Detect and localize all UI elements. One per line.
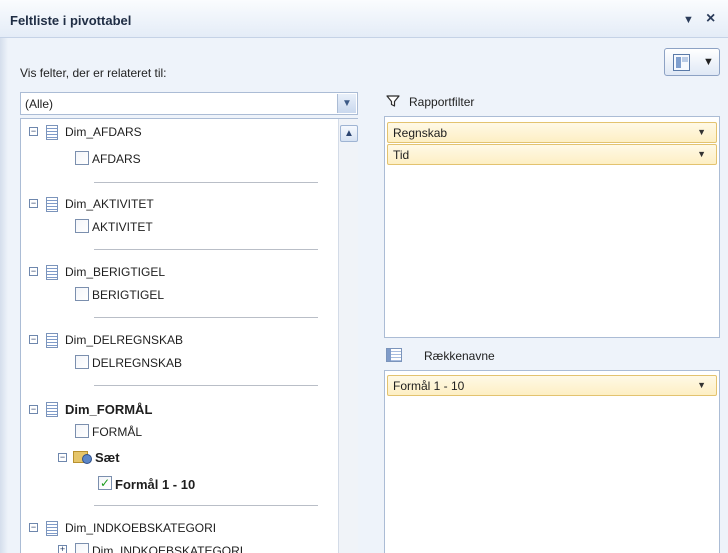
table-icon xyxy=(46,333,58,348)
collapse-icon[interactable]: − xyxy=(58,453,67,462)
scroll-up-button[interactable]: ▲ xyxy=(340,125,358,142)
field-checkbox[interactable] xyxy=(75,287,89,301)
set-item-checkbox[interactable]: ✓ xyxy=(98,476,112,490)
collapse-icon[interactable]: − xyxy=(29,523,38,532)
table-icon xyxy=(46,197,58,212)
field-name[interactable]: FORMÅL xyxy=(92,425,142,439)
field-item-label: Regnskab xyxy=(393,126,448,140)
field-checkbox[interactable] xyxy=(75,151,89,165)
vertical-scrollbar[interactable]: ▲ xyxy=(338,119,358,553)
field-checkbox[interactable] xyxy=(75,219,89,233)
field-list-layout-button[interactable]: ▼ xyxy=(664,48,720,76)
separator xyxy=(94,505,318,506)
table-name[interactable]: Dim_FORMÅL xyxy=(65,402,152,417)
table-icon xyxy=(46,265,58,280)
table-name[interactable]: Dim_DELREGNSKAB xyxy=(65,333,183,347)
collapse-icon[interactable]: − xyxy=(29,199,38,208)
row-labels-label: Rækkenavne xyxy=(424,349,495,363)
row-labels-icon xyxy=(386,348,402,362)
field-item-label: Formål 1 - 10 xyxy=(393,379,465,393)
panel-left-edge xyxy=(0,0,8,553)
report-filter-label: Rapportfilter xyxy=(409,95,475,109)
row-labels-item[interactable]: Formål 1 - 10 ▼ xyxy=(387,375,717,396)
separator xyxy=(94,385,318,386)
expand-icon[interactable]: + xyxy=(58,545,67,553)
table-name[interactable]: Dim_AFDARS xyxy=(65,125,142,139)
table-icon xyxy=(46,125,58,140)
field-name[interactable]: AFDARS xyxy=(92,152,141,166)
table-icon xyxy=(46,402,58,417)
separator xyxy=(94,249,318,250)
table-name[interactable]: Dim_AKTIVITET xyxy=(65,197,154,211)
field-list: − Dim_AFDARS AFDARS − Dim_AKTIVITET AKTI… xyxy=(20,118,358,553)
field-name[interactable]: BERIGTIGEL xyxy=(92,288,164,302)
field-name[interactable]: AKTIVITET xyxy=(92,220,153,234)
collapse-icon[interactable]: − xyxy=(29,405,38,414)
related-fields-label: Vis felter, der er relateret til: xyxy=(20,66,167,80)
table-name[interactable]: Dim_BERIGTIGEL xyxy=(65,265,165,279)
close-button[interactable]: × xyxy=(706,10,715,28)
chevron-down-icon[interactable]: ▼ xyxy=(697,149,706,159)
row-labels-area[interactable] xyxy=(384,370,720,553)
collapse-icon[interactable]: − xyxy=(29,267,38,276)
table-name[interactable]: Dim_INDKOEBSKATEGORI xyxy=(65,521,216,535)
dropdown-arrow-button[interactable]: ▼ xyxy=(337,94,356,113)
collapse-icon[interactable]: − xyxy=(29,127,38,136)
field-name[interactable]: DELREGNSKAB xyxy=(92,356,182,370)
task-pane-options-button[interactable]: ▼ xyxy=(683,14,694,26)
chevron-down-icon: ▼ xyxy=(703,56,714,68)
field-name[interactable]: Dim_INDKOEBSKATEGORI xyxy=(92,544,243,553)
set-item-name[interactable]: Formål 1 - 10 xyxy=(115,477,195,492)
chevron-down-icon[interactable]: ▼ xyxy=(697,127,706,137)
field-list-layout-icon xyxy=(673,54,690,71)
field-checkbox[interactable] xyxy=(75,543,89,553)
title-bar: Feltliste i pivottabel ▼ × xyxy=(0,0,728,38)
set-icon xyxy=(73,449,92,464)
separator xyxy=(94,317,318,318)
report-filter-item[interactable]: Regnskab ▼ xyxy=(387,122,717,143)
chevron-down-icon[interactable]: ▼ xyxy=(697,380,706,390)
collapse-icon[interactable]: − xyxy=(29,335,38,344)
filter-icon xyxy=(386,95,400,107)
field-item-label: Tid xyxy=(393,148,410,162)
set-name[interactable]: Sæt xyxy=(95,450,120,465)
field-checkbox[interactable] xyxy=(75,355,89,369)
table-icon xyxy=(46,521,58,536)
related-fields-dropdown[interactable]: (Alle) ▼ xyxy=(20,92,358,115)
panel-title: Feltliste i pivottabel xyxy=(10,13,132,28)
report-filter-item[interactable]: Tid ▼ xyxy=(387,144,717,165)
separator xyxy=(94,182,318,183)
field-checkbox[interactable] xyxy=(75,424,89,438)
related-fields-selected: (Alle) xyxy=(25,97,54,111)
